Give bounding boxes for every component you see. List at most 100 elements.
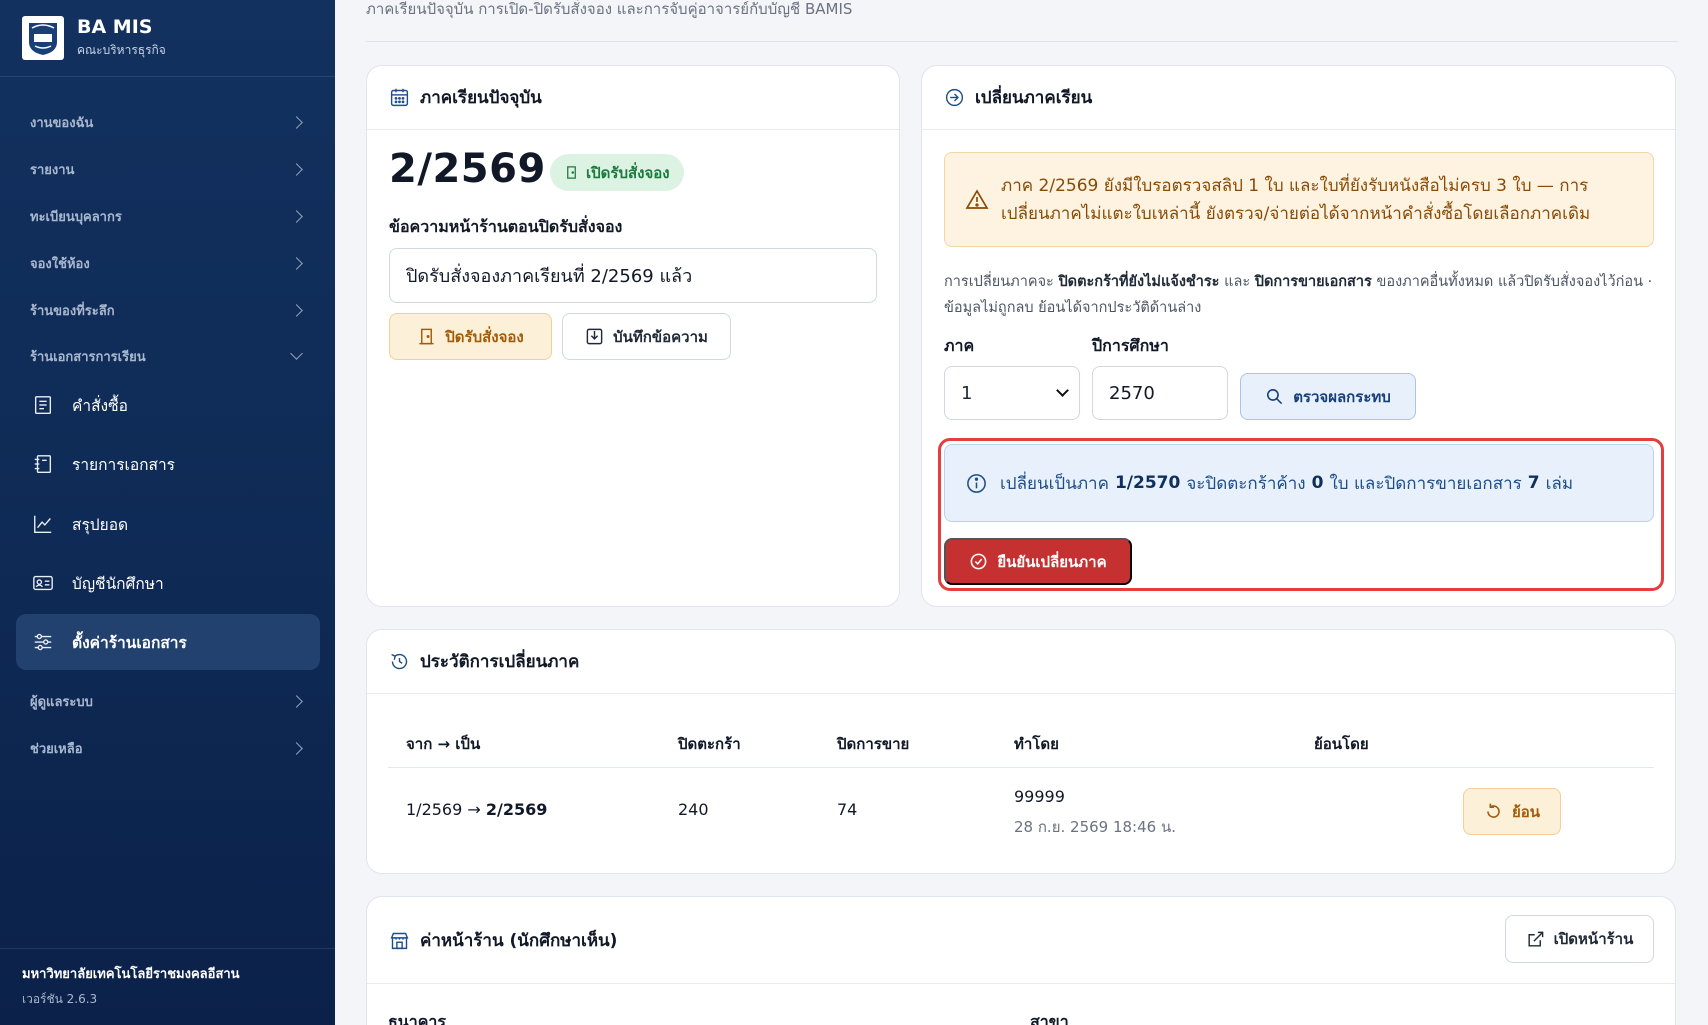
sidebar-item-document-shop-settings[interactable]: ตั้งค่าร้านเอกสาร <box>16 614 320 670</box>
from-term: 1/2569 → <box>406 800 486 819</box>
nav-group-room-booking[interactable]: จองใช้ห้อง <box>30 252 305 274</box>
academic-year-input[interactable] <box>1092 366 1228 420</box>
chevron-right-icon <box>290 694 303 708</box>
sidebar-item-label: รายการเอกสาร <box>72 455 176 474</box>
sidebar-item-label: ตั้งค่าร้านเอกสาร <box>72 633 187 652</box>
nav-group-label: ช่วยเหลือ <box>30 741 83 757</box>
door-open-icon <box>567 166 576 179</box>
info-doc-count: 7 <box>1527 473 1540 493</box>
chevron-right-icon <box>290 115 303 129</box>
nav-group-label: ผู้ดูแลระบบ <box>30 694 93 710</box>
change-term-card: เปลี่ยนภาคเรียน ภาค 2/2569 ยังมีใบรอตรวจ… <box>921 65 1676 607</box>
check-circle-icon <box>970 553 987 570</box>
brand-subtitle: คณะบริหารธุรกิจ <box>77 43 166 57</box>
confirm-change-term-button[interactable]: ยืนยันเปลี่ยนภาค <box>944 538 1132 585</box>
sidebar-footer: มหาวิทยาลัยเทคโนโลยีราชมงคลอีสาน เวอร์ชั… <box>0 948 335 1025</box>
status-badge: เปิดรับสั่งจอง <box>550 154 684 191</box>
status-badge-label: เปิดรับสั่งจอง <box>586 163 670 182</box>
app-version: เวอร์ชัน 2.6.3 <box>22 992 98 1006</box>
chevron-right-icon <box>290 162 303 176</box>
brand[interactable]: BA MIS คณะบริหารธุรกิจ <box>0 0 335 77</box>
term-select-value: 1 <box>961 382 973 404</box>
clock-history-icon <box>391 653 408 670</box>
current-term-card: ภาคเรียนปัจจุบัน 2/2569 เปิดรับสั่งจอง ข… <box>366 65 900 607</box>
nav-group-label: ร้านเอกสารการเรียน <box>30 349 146 365</box>
divider <box>366 41 1678 42</box>
arrow-right-circle-icon <box>945 88 964 107</box>
warning-line: เปลี่ยนภาคไม่แตะใบเหล่านี้ ยังตรวจ/จ่ายต… <box>1001 203 1591 224</box>
column-header-reverted-by: ย้อนโดย <box>1314 735 1369 753</box>
card-header: ประวัติการเปลี่ยนภาค <box>367 630 1675 694</box>
change-term-explanation: การเปลี่ยนภาคจะ ปิดตะกร้าที่ยังไม่แจ้งชำ… <box>944 269 1654 321</box>
nav-group-label: งานของฉัน <box>30 115 94 131</box>
page-description: ภาคเรียนปัจจุบัน การเปิด-ปิดรับสั่งจอง แ… <box>366 0 853 18</box>
door-icon <box>419 328 434 345</box>
info-cart-count: 0 <box>1311 473 1324 493</box>
closed-message-input[interactable] <box>389 248 877 303</box>
sidebar: BA MIS คณะบริหารธุรกิจ งานของฉัน รายงาน … <box>0 0 335 1025</box>
external-link-icon <box>1528 931 1543 947</box>
logo <box>22 16 64 60</box>
save-icon <box>586 328 603 345</box>
check-impact-button[interactable]: ตรวจผลกระทบ <box>1240 373 1416 420</box>
nav-group-staff[interactable]: ทะเบียนบุคลากร <box>30 205 305 227</box>
chevron-right-icon <box>290 256 303 270</box>
card-header: เปลี่ยนภาคเรียน <box>922 66 1675 130</box>
table-cell-sales-closed: 74 <box>837 800 858 819</box>
chart-line-icon <box>30 511 56 537</box>
card-title: เปลี่ยนภาคเรียน <box>975 88 1093 108</box>
book-icon <box>30 451 56 477</box>
receipt-icon <box>30 392 56 418</box>
term-select[interactable]: 1 <box>944 366 1080 420</box>
sidebar-item-orders[interactable]: คำสั่งซื้อ <box>16 377 320 433</box>
sidebar-item-student-accounts[interactable]: บัญชีนักศึกษา <box>16 555 320 611</box>
sidebar-item-summary[interactable]: สรุปยอด <box>16 496 320 552</box>
card-header: ภาคเรียนปัจจุบัน <box>367 66 899 130</box>
explain-text: การเปลี่ยนภาคจะ <box>944 274 1059 290</box>
info-text: เล่ม <box>1545 473 1574 494</box>
table-cell-performed-by: 99999 <box>1014 787 1065 806</box>
close-orders-button[interactable]: ปิดรับสั่งจอง <box>389 313 552 360</box>
term-select-label: ภาค <box>944 336 975 355</box>
save-message-button[interactable]: บันทึกข้อความ <box>562 313 731 360</box>
info-text: จะปิดตะกร้าค้าง <box>1186 473 1306 494</box>
calendar-icon <box>390 88 409 107</box>
chevron-right-icon <box>290 209 303 223</box>
chevron-right-icon <box>290 741 303 755</box>
button-label: ตรวจผลกระทบ <box>1293 387 1391 406</box>
card-title: ภาคเรียนปัจจุบัน <box>420 88 542 108</box>
info-text: ใบ และปิดการขายเอกสาร <box>1329 473 1522 494</box>
nav-group-my-work[interactable]: งานของฉัน <box>30 111 305 133</box>
nav-group-label: รายงาน <box>30 162 75 178</box>
warning-text: ภาค 2/2569 ยังมีใบรอตรวจสลิป 1 ใบ และใบท… <box>1001 172 1590 228</box>
nav-group-label: ทะเบียนบุคลากร <box>30 209 122 225</box>
explain-text: และ <box>1219 274 1255 290</box>
organization-name: มหาวิทยาลัยเทคโนโลยีราชมงคลอีสาน <box>22 967 240 982</box>
chevron-right-icon <box>290 303 303 317</box>
info-text: เปลี่ยนเป็นภาค <box>1000 473 1109 494</box>
explain-emphasis: ปิดการขายเอกสาร <box>1254 274 1372 290</box>
column-header-from-to: จาก → เป็น <box>406 735 481 753</box>
open-storefront-button[interactable]: เปิดหน้าร้าน <box>1505 915 1654 963</box>
nav-group-document-shop[interactable]: ร้านเอกสารการเรียน <box>30 345 305 367</box>
sidebar-item-label: สรุปยอด <box>72 515 129 534</box>
nav-group-souvenir-shop[interactable]: ร้านของที่ระลึก <box>30 299 305 321</box>
storefront-settings-card: ค่าหน้าร้าน (นักศึกษาเห็น) <box>366 896 1676 1025</box>
button-label: บันทึกข้อความ <box>613 327 708 346</box>
sliders-icon <box>30 629 56 655</box>
nav-group-admin[interactable]: ผู้ดูแลระบบ <box>30 690 305 712</box>
table-cell-carts-closed: 240 <box>678 800 709 819</box>
bank-label: ธนาคาร <box>388 1012 446 1025</box>
table-cell-timestamp: 28 ก.ย. 2569 18:46 น. <box>1014 818 1176 836</box>
nav-group-reports[interactable]: รายงาน <box>30 158 305 180</box>
button-label: ย้อน <box>1511 802 1541 821</box>
closed-message-label: ข้อความหน้าร้านตอนปิดรับสั่งจอง <box>389 217 623 236</box>
id-card-icon <box>30 570 56 596</box>
impact-info-alert: เปลี่ยนเป็นภาค 1/2570 จะปิดตะกร้าค้าง 0 … <box>944 444 1654 522</box>
nav-group-help[interactable]: ช่วยเหลือ <box>30 737 305 759</box>
undo-button[interactable]: ย้อน <box>1463 788 1561 835</box>
chevron-down-icon <box>290 347 303 360</box>
card-header: ค่าหน้าร้าน (นักศึกษาเห็น) <box>367 897 1675 984</box>
store-icon <box>390 932 409 949</box>
sidebar-item-documents[interactable]: รายการเอกสาร <box>16 436 320 492</box>
